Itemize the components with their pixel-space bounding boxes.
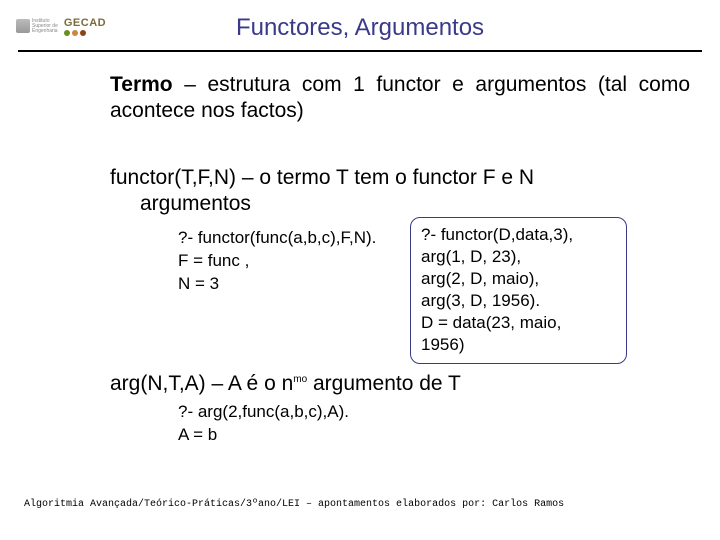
- arg-sup: mo: [293, 374, 307, 385]
- arg-post: argumento de T: [307, 372, 461, 395]
- example-bottom-l2: A = b: [178, 424, 690, 447]
- slide-title: Functores, Argumentos: [0, 14, 720, 42]
- example-left-l2: F = func ,: [178, 250, 376, 273]
- slide: InstitutoSuperior deEngenharia GECAD Fun…: [0, 0, 720, 540]
- box-l5: D = data(23, maio,: [421, 312, 616, 334]
- termo-bold: Termo: [110, 73, 173, 96]
- box-l4: arg(3, D, 1956).: [421, 290, 616, 312]
- example-left-l1: ?- functor(func(a,b,c),F,N).: [178, 227, 376, 250]
- examples-row: ?- functor(func(a,b,c),F,N). F = func , …: [110, 227, 690, 367]
- slide-body: Termo – estrutura com 1 functor e argume…: [110, 72, 690, 447]
- box-l1: ?- functor(D,data,3),: [421, 224, 616, 246]
- functor-line2: argumentos: [110, 191, 690, 217]
- example-box: ?- functor(D,data,3), arg(1, D, 23), arg…: [410, 217, 627, 364]
- box-l3: arg(2, D, maio),: [421, 268, 616, 290]
- functor-paragraph: functor(T,F,N) – o termo T tem o functor…: [110, 165, 690, 218]
- arg-pre: arg(N,T,A) – A é o n: [110, 372, 293, 395]
- footer-text: Algoritmia Avançada/Teórico-Práticas/3ºa…: [24, 499, 564, 510]
- functor-line1: functor(T,F,N) – o termo T tem o functor…: [110, 165, 690, 191]
- example-bottom-l1: ?- arg(2,func(a,b,c),A).: [178, 401, 690, 424]
- termo-paragraph: Termo – estrutura com 1 functor e argume…: [110, 72, 690, 125]
- arg-paragraph: arg(N,T,A) – A é o nmo argumento de T: [110, 371, 690, 397]
- termo-rest: – estrutura com 1 functor e argumentos (…: [110, 73, 690, 122]
- example-bottom: ?- arg(2,func(a,b,c),A). A = b: [110, 401, 690, 447]
- example-left-l3: N = 3: [178, 273, 376, 296]
- example-left: ?- functor(func(a,b,c),F,N). F = func , …: [178, 227, 376, 296]
- box-l6: 1956): [421, 334, 616, 356]
- title-underline: [18, 50, 702, 52]
- box-l2: arg(1, D, 23),: [421, 246, 616, 268]
